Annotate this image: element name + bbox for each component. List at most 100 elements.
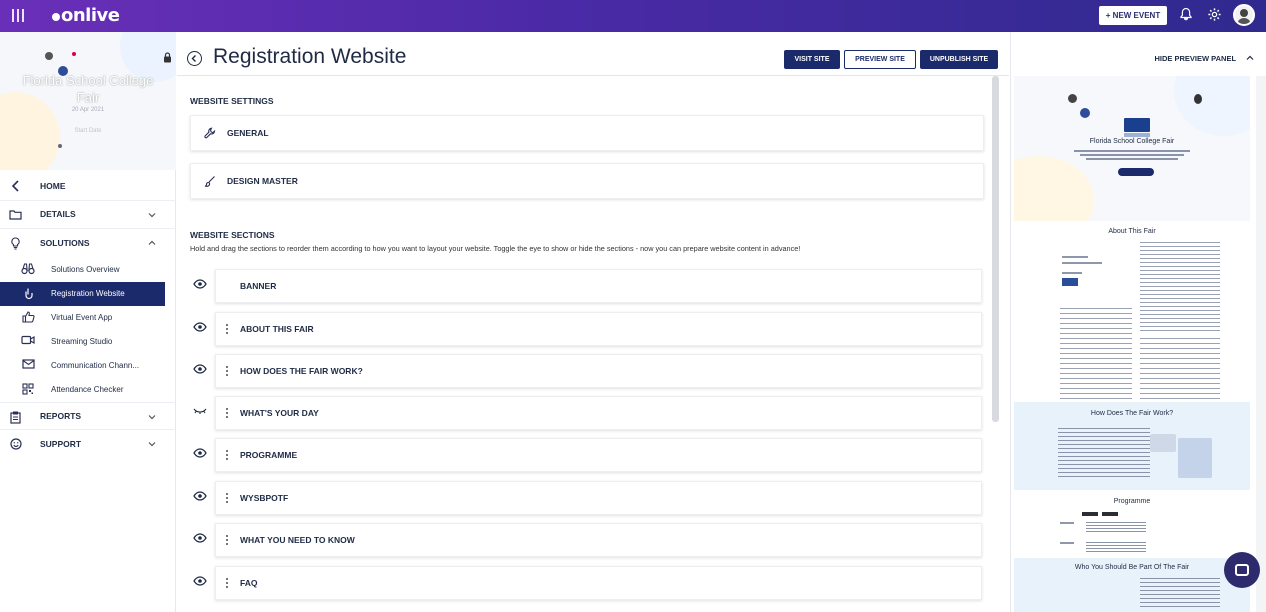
sidebar-subitem-label: Streaming Studio (51, 337, 113, 346)
event-title: Florida School College Fair (22, 73, 154, 105)
eye-icon[interactable] (193, 576, 207, 588)
section-card[interactable]: BANNER (215, 269, 982, 303)
hide-preview-panel-button[interactable]: HIDE PREVIEW PANEL (1155, 53, 1255, 63)
user-avatar[interactable] (1233, 4, 1255, 26)
sidebar-item-solutions[interactable]: SOLUTIONS (0, 229, 176, 258)
sidebar-subitem-communication-channels[interactable]: Communication Chann... (0, 354, 176, 378)
section-label: PROGRAMME (240, 450, 298, 460)
website-preview-frame[interactable]: Florida School College Fair About This F… (1014, 76, 1250, 612)
drag-handle-icon[interactable] (226, 366, 229, 378)
preview-site-button[interactable]: PREVIEW SITE (844, 50, 916, 69)
section-card[interactable]: HOW DOES THE FAIR WORK? (215, 354, 982, 388)
website-sections-label: WEBSITE SECTIONS (190, 230, 275, 240)
preview-panel: HIDE PREVIEW PANEL Florida School Colleg… (1010, 32, 1266, 612)
section-card[interactable]: WYSBPOTF (215, 481, 982, 515)
section-card[interactable]: WHAT'S YOUR DAY (215, 396, 982, 430)
new-event-button[interactable]: + NEW EVENT (1099, 6, 1167, 25)
chevron-down-icon (148, 439, 156, 449)
eye-closed-icon[interactable] (193, 406, 207, 418)
preview-text-block (1062, 272, 1082, 274)
chevron-left-icon (9, 180, 22, 193)
drag-handle-icon[interactable] (226, 535, 229, 547)
section-row[interactable]: HOW DOES THE FAIR WORK? (190, 354, 982, 388)
drag-handle-icon[interactable] (226, 324, 229, 336)
clipboard-icon (9, 411, 22, 424)
camera-icon (21, 335, 35, 349)
gear-icon[interactable] (1205, 7, 1223, 25)
section-row[interactable]: BANNER (190, 269, 982, 303)
drag-handle-icon[interactable] (226, 408, 229, 420)
website-sections-description: Hold and drag the sections to reorder th… (190, 244, 801, 253)
back-arrow-icon[interactable] (187, 51, 202, 66)
drag-handle-icon[interactable] (226, 578, 229, 590)
hide-preview-panel-label: HIDE PREVIEW PANEL (1154, 54, 1236, 63)
chat-support-button[interactable] (1224, 552, 1260, 588)
sidebar-item-details[interactable]: DETAILS (0, 201, 176, 229)
sidebar-item-home[interactable]: HOME (0, 172, 176, 201)
section-row[interactable]: WHAT'S YOUR DAY (190, 396, 982, 430)
settings-card-design-master[interactable]: DESIGN MASTER (190, 163, 984, 199)
chevron-down-icon (148, 412, 156, 422)
qr-icon (21, 382, 35, 397)
eye-icon[interactable] (193, 491, 207, 503)
bell-icon[interactable] (1177, 7, 1195, 25)
website-settings-label: WEBSITE SETTINGS (190, 96, 274, 106)
unpublish-site-button[interactable]: UNPUBLISH SITE (920, 50, 998, 69)
eye-icon[interactable] (193, 533, 207, 545)
drag-handle-icon[interactable] (226, 450, 229, 462)
decoration-blob (1174, 76, 1250, 136)
menu-grid-icon[interactable] (12, 9, 28, 23)
main-scrollbar[interactable] (992, 76, 999, 422)
eye-icon[interactable] (193, 279, 207, 291)
preview-programme-tab (1082, 512, 1098, 516)
onlive-logo[interactable]: onlive (52, 5, 120, 26)
section-row[interactable]: FAQ (190, 566, 982, 600)
preview-who-heading: Who You Should Be Part Of The Fair (1074, 564, 1190, 571)
preview-scrollbar[interactable] (1256, 76, 1266, 612)
header-divider (177, 75, 1009, 76)
event-date: 20 Apr 2021 (71, 107, 105, 113)
sidebar-subitem-registration-website[interactable]: Registration Website (0, 281, 165, 306)
sidebar-subitem-label: Communication Chann... (51, 361, 140, 370)
lock-icon[interactable] (163, 52, 172, 66)
section-row[interactable]: WYSBPOTF (190, 481, 982, 515)
sidebar-subitem-virtual-event-app[interactable]: Virtual Event App (0, 306, 176, 330)
preview-illustration (1150, 434, 1176, 452)
section-row[interactable]: WHAT YOU NEED TO KNOW (190, 523, 982, 557)
preview-logo (1124, 118, 1150, 132)
section-label: BANNER (240, 281, 277, 291)
eye-icon[interactable] (193, 364, 207, 376)
settings-card-general[interactable]: GENERAL (190, 115, 984, 151)
preview-programme-heading: Programme (1113, 498, 1151, 505)
decoration-dot (1080, 108, 1090, 118)
sidebar-subitem-attendance-checker[interactable]: Attendance Checker (0, 378, 176, 402)
sidebar-subitem-label: Virtual Event App (51, 313, 113, 322)
section-row[interactable]: PROGRAMME (190, 438, 982, 472)
section-card[interactable]: FAQ (215, 566, 982, 600)
sidebar-item-reports[interactable]: REPORTS (0, 401, 176, 430)
section-row[interactable]: ABOUT THIS FAIR (190, 312, 982, 346)
eye-icon[interactable] (193, 448, 207, 460)
preview-text-block (1086, 522, 1146, 532)
chat-icon (1235, 564, 1249, 576)
settings-card-label: DESIGN MASTER (227, 176, 298, 186)
section-label: WHAT'S YOUR DAY (240, 408, 319, 418)
sidebar-subitem-label: Attendance Checker (51, 385, 124, 394)
preview-hero-button (1118, 168, 1154, 176)
eye-icon[interactable] (193, 322, 207, 334)
preview-logo-small (1062, 278, 1078, 286)
drag-handle-icon[interactable] (226, 493, 229, 505)
section-card[interactable]: ABOUT THIS FAIR (215, 312, 982, 346)
section-card[interactable]: WHAT YOU NEED TO KNOW (215, 523, 982, 557)
preview-text-block (1062, 262, 1102, 264)
section-card[interactable]: PROGRAMME (215, 438, 982, 472)
visit-site-button[interactable]: VISIT SITE (784, 50, 840, 69)
binoculars-icon (21, 262, 35, 277)
sidebar-subitem-solutions-overview[interactable]: Solutions Overview (0, 258, 176, 282)
event-card[interactable]: Florida School College Fair 20 Apr 2021 … (0, 32, 176, 170)
sidebar-item-label: SUPPORT (40, 439, 82, 450)
sidebar-subitem-streaming-studio[interactable]: Streaming Studio (0, 330, 176, 354)
sidebar-item-label: HOME (40, 180, 66, 191)
preview-hero: Florida School College Fair (1014, 76, 1250, 221)
sidebar-item-support[interactable]: SUPPORT (0, 430, 176, 459)
